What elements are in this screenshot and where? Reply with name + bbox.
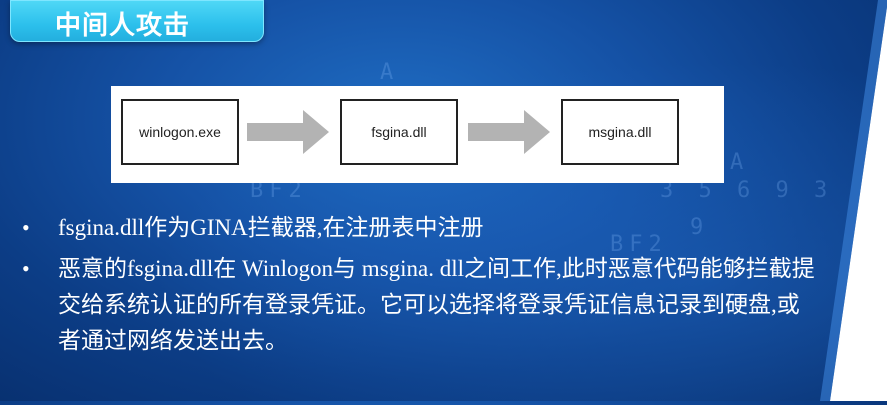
- bullet-marker: •: [22, 215, 30, 240]
- slide-title-banner: 中间人攻击: [10, 0, 264, 42]
- background-decoration: A: [380, 60, 400, 85]
- arrow-right-icon: [247, 110, 329, 154]
- diagram-node-fsgina: fsgina.dll: [340, 99, 458, 165]
- flow-diagram: winlogon.exe fsgina.dll msgina.dll: [111, 86, 724, 183]
- slide-title: 中间人攻击: [55, 11, 191, 41]
- bullet-marker: •: [22, 256, 30, 281]
- diagram-node-msgina: msgina.dll: [561, 99, 679, 165]
- bullet-item: • 恶意的fsgina.dll在 Winlogon与 msgina. dll之间…: [22, 251, 822, 359]
- bullet-list: • fsgina.dll作为GINA拦截器,在注册表中注册 • 恶意的fsgin…: [22, 210, 822, 364]
- bullet-text: fsgina.dll作为GINA拦截器,在注册表中注册: [58, 215, 484, 240]
- decorative-stripe: [818, 0, 887, 401]
- diagram-node-winlogon: winlogon.exe: [121, 99, 239, 165]
- bullet-text: 恶意的fsgina.dll在 Winlogon与 msgina. dll之间工作…: [58, 256, 815, 353]
- arrow-right-icon: [468, 110, 550, 154]
- bullet-item: • fsgina.dll作为GINA拦截器,在注册表中注册: [22, 210, 822, 246]
- background-decoration: A: [730, 150, 750, 175]
